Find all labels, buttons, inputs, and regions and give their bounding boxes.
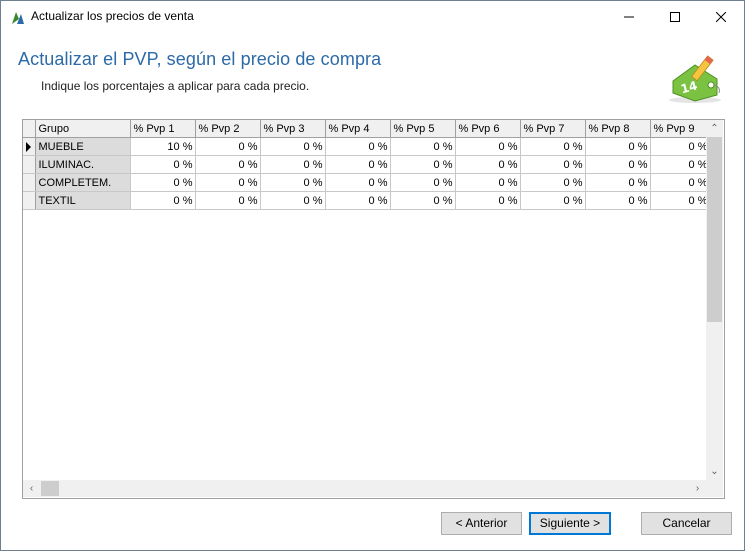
percent-cell[interactable]: 0 %	[520, 191, 586, 210]
percent-cell[interactable]: 0 %	[585, 137, 651, 156]
column-header-pvp6[interactable]: % Pvp 6	[455, 120, 521, 138]
percent-cell[interactable]: 0 %	[650, 155, 711, 174]
page-subtitle: Indique los porcentajes a aplicar para c…	[41, 79, 310, 93]
grupo-cell[interactable]: MUEBLE	[35, 137, 131, 156]
column-header-pvp4[interactable]: % Pvp 4	[325, 120, 391, 138]
minimize-icon	[624, 16, 634, 17]
row-indicator[interactable]	[23, 137, 36, 156]
percent-cell[interactable]: 0 %	[390, 137, 456, 156]
percent-cell[interactable]: 0 %	[325, 155, 391, 174]
percent-cell[interactable]: 0 %	[520, 173, 586, 192]
percent-cell[interactable]: 0 %	[455, 155, 521, 174]
row-indicator[interactable]	[23, 173, 36, 192]
dialog-window: Actualizar los precios de venta Actualiz…	[0, 0, 745, 551]
percent-cell[interactable]: 0 %	[260, 137, 326, 156]
table-row[interactable]: COMPLETEM. 0 % 0 % 0 % 0 % 0 % 0 % 0 % 0 % 0 %	[23, 173, 711, 192]
percent-cell[interactable]: 0 %	[455, 137, 521, 156]
percent-cell[interactable]: 0 %	[520, 155, 586, 174]
page-title: Actualizar el PVP, según el precio de co…	[18, 49, 382, 69]
percent-cell[interactable]: 0 %	[195, 155, 261, 174]
scroll-left-icon[interactable]: ‹	[23, 480, 40, 497]
close-button[interactable]	[698, 1, 744, 32]
percent-cell[interactable]: 0 %	[325, 137, 391, 156]
percent-cell[interactable]: 0 %	[585, 191, 651, 210]
percent-cell[interactable]: 0 %	[650, 173, 711, 192]
vertical-scroll-thumb[interactable]	[707, 137, 722, 322]
column-header-pvp7[interactable]: % Pvp 7	[520, 120, 586, 138]
percent-cell[interactable]: 10 %	[130, 137, 196, 156]
row-indicator[interactable]	[23, 191, 36, 210]
title-bar: Actualizar los precios de venta	[1, 1, 744, 32]
horizontal-scrollbar[interactable]: ‹ ›	[23, 480, 706, 497]
percent-cell[interactable]: 0 %	[130, 191, 196, 210]
percent-cell[interactable]: 0 %	[585, 155, 651, 174]
percent-cell[interactable]: 0 %	[260, 155, 326, 174]
table-row[interactable]: MUEBLE 10 % 0 % 0 % 0 % 0 % 0 % 0 % 0 % 0 %	[23, 137, 711, 156]
close-icon	[716, 11, 726, 22]
app-logo-icon	[12, 12, 24, 24]
table-row[interactable]: TEXTIL 0 % 0 % 0 % 0 % 0 % 0 % 0 % 0 % 0 %	[23, 191, 711, 210]
grupo-cell[interactable]: ILUMINAC.	[35, 155, 131, 174]
scroll-right-icon[interactable]: ›	[689, 480, 706, 497]
percent-cell[interactable]: 0 %	[390, 155, 456, 174]
percent-cell[interactable]: 0 %	[650, 191, 711, 210]
scrollbar-corner	[706, 480, 723, 497]
percent-cell[interactable]: 0 %	[585, 173, 651, 192]
percent-cell[interactable]: 0 %	[260, 173, 326, 192]
column-header-grupo[interactable]: Grupo	[35, 120, 131, 138]
column-header-pvp9[interactable]: % Pvp 9	[650, 120, 711, 138]
next-button[interactable]: Siguiente >	[529, 512, 611, 535]
maximize-button[interactable]	[652, 1, 698, 32]
percent-cell[interactable]: 0 %	[195, 173, 261, 192]
percent-cell[interactable]: 0 %	[390, 191, 456, 210]
percent-cell[interactable]: 0 %	[325, 173, 391, 192]
column-header-pvp3[interactable]: % Pvp 3	[260, 120, 326, 138]
percent-cell[interactable]: 0 %	[455, 173, 521, 192]
vertical-scrollbar[interactable]: ⌃ ⌄	[706, 120, 723, 480]
percent-cell[interactable]: 0 %	[325, 191, 391, 210]
grupo-cell[interactable]: COMPLETEM.	[35, 173, 131, 192]
column-header-pvp5[interactable]: % Pvp 5	[390, 120, 456, 138]
grid-header-row: Grupo % Pvp 1 % Pvp 2 % Pvp 3 % Pvp 4 % …	[23, 120, 711, 138]
percent-cell[interactable]: 0 %	[195, 191, 261, 210]
row-indicator[interactable]	[23, 155, 36, 174]
column-header-pvp8[interactable]: % Pvp 8	[585, 120, 651, 138]
percent-cell[interactable]: 0 %	[260, 191, 326, 210]
table-row[interactable]: ILUMINAC. 0 % 0 % 0 % 0 % 0 % 0 % 0 % 0 % 0 %	[23, 155, 711, 174]
scroll-up-icon[interactable]: ⌃	[706, 120, 723, 137]
price-tag-edit-icon: 14	[669, 55, 721, 103]
cancel-button[interactable]: Cancelar	[641, 512, 732, 535]
grid-table: Grupo % Pvp 1 % Pvp 2 % Pvp 3 % Pvp 4 % …	[23, 120, 711, 210]
percent-cell[interactable]: 0 %	[390, 173, 456, 192]
percent-cell[interactable]: 0 %	[650, 137, 711, 156]
current-row-arrow-icon	[26, 141, 31, 152]
percent-cell[interactable]: 0 %	[455, 191, 521, 210]
percent-cell[interactable]: 0 %	[195, 137, 261, 156]
grupo-cell[interactable]: TEXTIL	[35, 191, 131, 210]
window-title: Actualizar los precios de venta	[31, 9, 194, 23]
column-header-pvp1[interactable]: % Pvp 1	[130, 120, 196, 138]
percentages-grid[interactable]: Grupo % Pvp 1 % Pvp 2 % Pvp 3 % Pvp 4 % …	[22, 119, 725, 499]
row-indicator-header	[23, 120, 36, 138]
scroll-down-icon[interactable]: ⌄	[706, 463, 723, 480]
previous-button[interactable]: < Anterior	[441, 512, 522, 535]
percent-cell[interactable]: 0 %	[520, 137, 586, 156]
maximize-icon	[670, 11, 680, 22]
column-header-pvp2[interactable]: % Pvp 2	[195, 120, 261, 138]
horizontal-scroll-thumb[interactable]	[41, 481, 59, 496]
percent-cell[interactable]: 0 %	[130, 173, 196, 192]
percent-cell[interactable]: 0 %	[130, 155, 196, 174]
minimize-button[interactable]	[606, 1, 652, 32]
